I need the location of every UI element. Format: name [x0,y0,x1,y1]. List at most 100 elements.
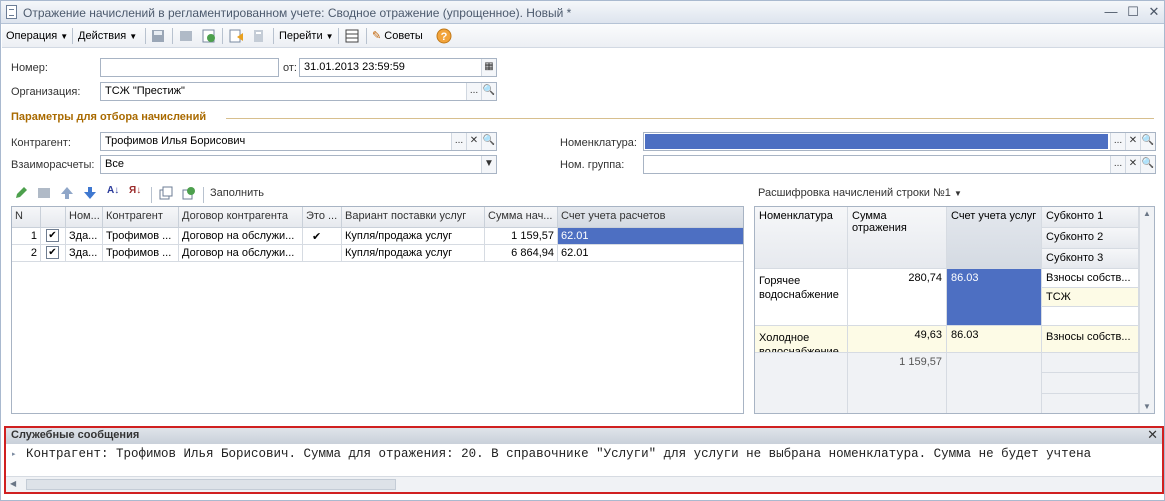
column-header[interactable]: N [12,207,41,228]
organization-field[interactable]: ТСЖ "Престиж" ... 🔍 [100,82,497,101]
select-icon[interactable]: ... [1110,133,1125,150]
detail-account-cell[interactable]: 86.03 [947,326,1042,353]
column-header[interactable]: Счет учета расчетов [558,207,743,228]
counterparty-cell[interactable]: Трофимов ... [103,245,179,262]
row-checkbox[interactable]: ✔ [46,229,59,242]
contract-cell[interactable]: Договор на обслужи... [179,245,303,262]
select-icon[interactable]: ... [466,83,481,100]
detail-account-cell[interactable]: 86.03 [947,269,1042,326]
list-icon[interactable] [344,28,360,44]
scroll-left-icon[interactable]: ◀ [10,479,16,488]
sum-cell[interactable]: 1 159,57 [485,228,558,245]
scroll-down-icon[interactable]: ▼ [1143,402,1151,411]
counterparty-cell[interactable]: Трофимов ... [103,228,179,245]
column-header[interactable] [41,207,66,228]
detail-nomenclature-cell[interactable]: Холодное водоснабжение [755,326,848,353]
scrollbar[interactable]: ▲ ▼ [1139,207,1154,413]
contract-cell[interactable]: Договор на обслужи... [179,228,303,245]
total-subconto-cell [1042,373,1139,394]
clear-icon[interactable]: ✕ [1125,133,1140,150]
refresh-icon[interactable] [201,28,217,44]
column-header[interactable]: Субконто 2 [1042,228,1139,249]
scroll-up-icon[interactable]: ▲ [1143,209,1151,218]
calendar-icon[interactable]: ▦ [481,59,496,76]
flag-cell[interactable]: ✔ [303,228,342,245]
detail-title[interactable]: Расшифровка начислений строки №1 ▼ [758,187,962,199]
select-icon[interactable]: ... [1110,156,1125,173]
clear-icon[interactable]: ✕ [1125,156,1140,173]
title-bar: Отражение начислений в регламентированно… [1,1,1164,24]
post-icon[interactable] [178,28,194,44]
nomenclature-cell[interactable]: Зда... [66,228,103,245]
search-icon[interactable]: 🔍 [481,133,496,150]
goto-menu[interactable]: Перейти ▼ [279,27,334,45]
delete-row-icon[interactable] [36,185,52,201]
search-icon[interactable]: 🔍 [481,83,496,100]
close-icon[interactable]: ✕ [1144,3,1164,21]
column-header[interactable]: Ном... [66,207,103,228]
save-icon[interactable] [150,28,166,44]
column-header[interactable]: Контрагент [103,207,179,228]
close-icon[interactable]: ✕ [1147,427,1158,443]
minimize-icon[interactable]: — [1101,3,1121,21]
scroll-thumb[interactable] [26,479,396,490]
sort-asc-icon[interactable]: A↓ [107,185,119,196]
detail-subconto3-cell[interactable] [1042,307,1139,326]
column-header[interactable]: Сумма отражения [848,207,947,269]
row-checkbox[interactable]: ✔ [46,246,59,259]
service-messages-panel: Служебные сообщения ✕ ▸ Контрагент: Троф… [4,426,1164,494]
actions-menu[interactable]: Действия ▼ [78,27,137,45]
flag-cell[interactable] [303,245,342,262]
detail-subconto2-cell[interactable]: ТСЖ [1042,288,1139,307]
horizontal-scrollbar[interactable]: ◀ [6,476,1162,492]
variant-cell[interactable]: Купля/продажа услуг [342,245,485,262]
detail-nomenclature-cell[interactable]: Горячее водоснабжение [755,269,848,326]
column-header[interactable]: Это ... [303,207,342,228]
messages-title-text: Служебные сообщения [11,429,140,441]
settlements-select[interactable]: Все ▼ [100,155,497,174]
message-text[interactable]: Контрагент: Трофимов Илья Борисович. Сум… [26,447,1091,461]
account-cell[interactable]: 62.01 [558,228,743,245]
account-cell[interactable]: 62.01 [558,245,743,262]
row-checkbox-cell[interactable]: ✔ [41,228,66,245]
row-checkbox-cell[interactable]: ✔ [41,245,66,262]
print-icon[interactable] [251,28,267,44]
date-from-label: от: [283,62,297,74]
select-icon[interactable]: ... [451,133,466,150]
search-icon[interactable]: 🔍 [1140,133,1155,150]
move-down-icon[interactable] [82,185,98,201]
counterparty-field[interactable]: Трофимов Илья Борисович ... ✕ 🔍 [100,132,497,151]
column-header[interactable]: Субконто 3 [1042,249,1139,269]
detail-subconto1-cell[interactable]: Взносы собств... [1042,326,1139,353]
help-icon[interactable]: ? [436,28,452,44]
column-header[interactable]: Счет учета услуг [947,207,1042,269]
column-header[interactable]: Сумма нач... [485,207,558,228]
number-field[interactable] [100,58,279,77]
tips-button[interactable]: ✎ Советы [372,27,423,45]
nomenclature-cell[interactable]: Зда... [66,245,103,262]
search-icon[interactable]: 🔍 [1140,156,1155,173]
date-field[interactable]: 31.01.2013 23:59:59 ▦ [299,58,497,77]
fill-button[interactable]: Заполнить [210,187,264,199]
column-header[interactable]: Договор контрагента [179,207,303,228]
chevron-down-icon[interactable]: ▼ [481,156,496,173]
sum-cell[interactable]: 6 864,94 [485,245,558,262]
copy-rows-icon[interactable] [158,185,174,201]
detail-sum-cell[interactable]: 280,74 [848,269,947,326]
column-header[interactable]: Субконто 1 [1042,207,1139,228]
refresh-rows-icon[interactable] [181,185,197,201]
variant-cell[interactable]: Купля/продажа услуг [342,228,485,245]
sort-desc-icon[interactable]: Я↓ [129,185,141,196]
copy-document-icon[interactable] [228,28,244,44]
detail-sum-cell[interactable]: 49,63 [848,326,947,353]
operation-menu[interactable]: Операция ▼ [6,27,68,45]
column-header[interactable]: Вариант поставки услуг [342,207,485,228]
nomgroup-field[interactable]: ... ✕ 🔍 [643,155,1156,174]
detail-subconto1-cell[interactable]: Взносы собств... [1042,269,1139,288]
clear-icon[interactable]: ✕ [466,133,481,150]
pencil-icon[interactable] [13,185,29,201]
column-header[interactable]: Номенклатура [755,207,848,269]
maximize-icon[interactable]: ☐ [1123,3,1143,21]
move-up-icon[interactable] [59,185,75,201]
nomenclature-field[interactable]: ... ✕ 🔍 [643,132,1156,151]
